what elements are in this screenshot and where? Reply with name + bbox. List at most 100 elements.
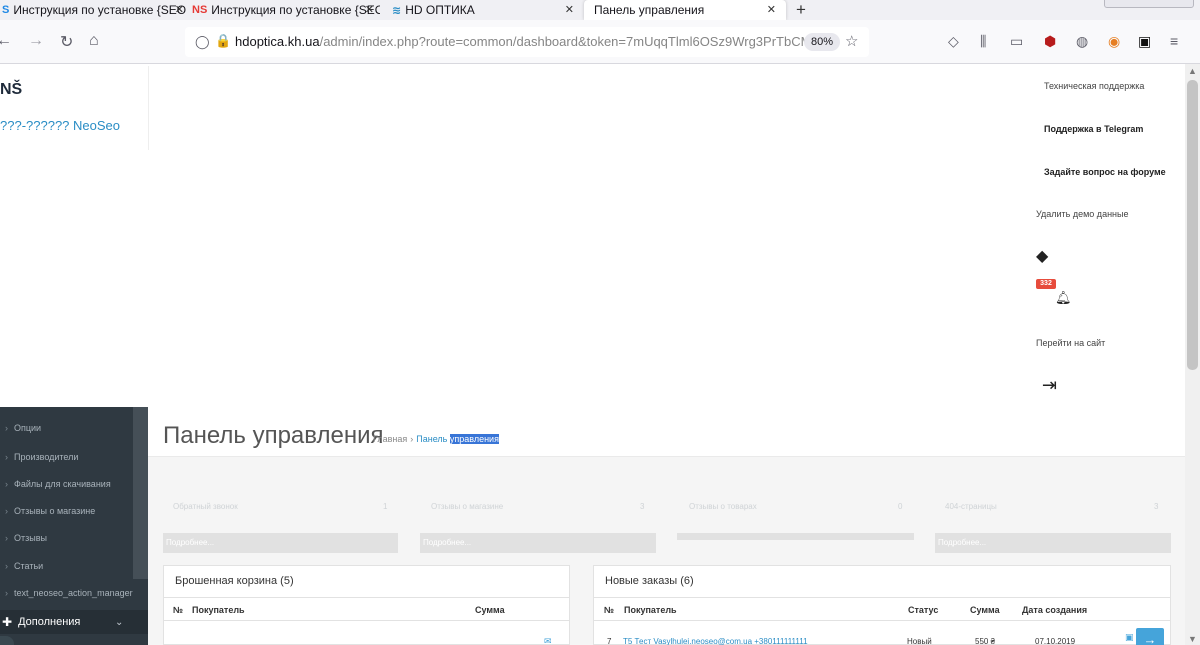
navigation-bar: ← → ↻ ⌂ ◯ 🔒 hdoptica.kh.ua/admin/index.p… — [0, 20, 1200, 64]
stat-store-reviews-title: Отзывы о магазине — [431, 502, 504, 511]
breadcrumb: Главная › Панель управления — [373, 434, 499, 444]
stat-callback-more-button[interactable]: Подробнее... — [163, 533, 398, 553]
table-header: № Покупатель Статус Сумма Дата создания — [594, 597, 1170, 621]
sidebar-item-articles[interactable]: › Статьи — [0, 553, 133, 579]
tab-strip: S Инструкция по установке {SEO ✕ NS Инст… — [0, 0, 1200, 20]
telegram-support-link[interactable]: Поддержка в Telegram — [1044, 124, 1143, 134]
lock-warning-icon[interactable]: 🔒 — [215, 33, 231, 49]
browser-tab-1[interactable]: S Инструкция по установке {SEO ✕ — [0, 0, 190, 20]
browser-tab-active[interactable]: Панель управления ✕ — [584, 0, 786, 20]
stat-404-more-button[interactable]: Подробнее... — [935, 533, 1171, 553]
breadcrumb-current[interactable]: Панель управления — [416, 434, 499, 444]
order-customer-link[interactable]: Т5 Тест Vasylhulei.neoseo@com.ua +380111… — [623, 637, 808, 645]
sidebar-item-extensions[interactable]: ✚ Дополнения ⌄ — [0, 610, 148, 634]
tech-support-link[interactable]: Техническая поддержка — [1044, 81, 1144, 91]
notification-badge: 332 — [1036, 279, 1056, 289]
tab-label: Панель управления — [594, 3, 705, 17]
logout-icon[interactable]: ⇥ — [1042, 375, 1057, 396]
forward-icon[interactable]: → — [28, 32, 44, 50]
sidebar-scrollbar[interactable] — [133, 407, 148, 579]
sidebar-item-reviews[interactable]: › Отзывы — [0, 525, 133, 551]
chevron-right-icon: › — [5, 533, 8, 543]
menu-icon[interactable]: ≡ — [1170, 33, 1178, 49]
column-status: Статус — [908, 605, 939, 615]
sidebar-item-label: Опции — [14, 423, 42, 433]
stat-store-reviews-more-button[interactable]: Подробнее... — [420, 533, 656, 553]
bell-icon[interactable]: 🔔︎ — [1055, 290, 1072, 306]
zoom-level-button[interactable]: 80% — [804, 33, 841, 51]
shield-icon[interactable]: ◯ — [195, 34, 210, 50]
page-title: Панель управления — [163, 422, 384, 449]
screenshot-icon[interactable]: ▣ — [1138, 33, 1151, 50]
column-date: Дата создания — [1022, 605, 1088, 615]
tab-label: HD ОПТИКА — [405, 3, 475, 17]
sidebar-icon[interactable]: ▭ — [1010, 33, 1023, 50]
chevron-right-icon: › — [5, 588, 8, 598]
window-control-button[interactable] — [1104, 0, 1194, 8]
tab-label: Инструкция по установке {SEO — [13, 3, 187, 17]
stat-callback-value: 1 — [383, 502, 388, 511]
extension-icon[interactable]: ◉ — [1108, 33, 1120, 50]
puzzle-icon: ✚ — [2, 615, 13, 629]
sidebar-item-label: text_neoseo_action_manager — [14, 588, 133, 598]
scrollbar-thumb[interactable] — [1187, 80, 1198, 370]
abandoned-cart-panel: Брошенная корзина (5) № Покупатель Сумма… — [163, 565, 570, 645]
sidebar-item-manufacturers[interactable]: › Производители — [0, 444, 133, 470]
browser-window: S Инструкция по установке {SEO ✕ NS Инст… — [0, 0, 1200, 645]
order-edit-icon[interactable]: ▣ — [1125, 632, 1134, 643]
chevron-right-icon: › — [5, 452, 8, 462]
order-status: Новый — [907, 637, 932, 645]
delete-demo-link[interactable]: Удалить демо данные — [1036, 209, 1128, 219]
table-header: № Покупатель Сумма — [164, 597, 569, 621]
sidebar-item-downloads[interactable]: › Файлы для скачивания — [0, 471, 133, 497]
bookmark-star-icon[interactable]: ☆ — [845, 32, 858, 50]
close-tab-icon[interactable]: ✕ — [175, 3, 184, 16]
go-to-site-link[interactable]: Перейти на сайт — [1036, 338, 1105, 348]
chevron-right-icon: › — [5, 479, 8, 489]
chevron-right-icon: › — [5, 506, 8, 516]
breadcrumb-home-link[interactable]: Главная — [373, 434, 407, 444]
column-customer: Покупатель — [192, 605, 245, 615]
email-icon[interactable]: ✉ — [544, 636, 552, 645]
back-icon[interactable]: ← — [0, 32, 12, 50]
close-tab-icon[interactable]: ✕ — [565, 3, 574, 16]
new-tab-button[interactable]: + — [796, 0, 806, 20]
column-number: № — [604, 605, 615, 615]
stat-product-reviews-title: Отзывы о товарах — [689, 502, 757, 511]
stat-product-reviews-more-button[interactable] — [677, 533, 914, 540]
neoseo-logo[interactable]: NŠ — [0, 81, 22, 99]
eraser-icon[interactable]: ◆ — [1036, 246, 1048, 266]
column-sum: Сумма — [475, 605, 505, 615]
new-orders-panel: Новые заказы (6) № Покупатель Статус Сум… — [593, 565, 1171, 645]
close-tab-icon[interactable]: ✕ — [365, 3, 374, 16]
chevron-right-icon: › — [5, 423, 8, 433]
sidebar-item-action-manager[interactable]: › text_neoseo_action_manager — [0, 580, 148, 606]
reload-icon[interactable]: ↻ — [60, 32, 73, 52]
forum-link[interactable]: Задайте вопрос на форуме — [1044, 167, 1166, 177]
url-text[interactable]: hdoptica.kh.ua/admin/index.php?route=com… — [235, 34, 811, 49]
scroll-down-icon[interactable]: ▼ — [1188, 634, 1197, 644]
panel-title: Новые заказы (6) — [605, 575, 694, 587]
sidebar-item-label: Статьи — [14, 561, 44, 571]
tab-favicon-icon: NS — [192, 4, 208, 16]
library-icon[interactable]: ⫼ — [980, 33, 986, 50]
sidebar-item-label: Производители — [14, 452, 79, 462]
chevron-right-icon: › — [5, 561, 8, 571]
pocket-icon[interactable]: ◇ — [948, 33, 959, 50]
tab-favicon-icon: ≋ — [392, 4, 402, 17]
ublock-icon[interactable]: ⬢ — [1044, 33, 1056, 50]
store-name-link[interactable]: ???-?????? NeoSeo — [0, 118, 120, 133]
open-order-button[interactable]: → — [1136, 628, 1164, 645]
sidebar-item-store-reviews[interactable]: › Отзывы о магазине — [0, 498, 133, 524]
column-sum: Сумма — [970, 605, 1000, 615]
globe-icon[interactable]: ◍ — [1076, 33, 1088, 50]
browser-tab-2[interactable]: NS Инструкция по установке {SEO ✕ — [190, 0, 380, 20]
address-bar[interactable]: ◯ 🔒 hdoptica.kh.ua/admin/index.php?route… — [185, 27, 869, 57]
sidebar-item-label: Дополнения — [18, 616, 81, 628]
close-tab-icon[interactable]: ✕ — [767, 3, 776, 16]
scroll-up-icon[interactable]: ▲ — [1188, 66, 1197, 76]
home-icon[interactable]: ⌂ — [89, 32, 99, 50]
sidebar-item-options[interactable]: › Опции — [0, 415, 133, 441]
stat-product-reviews-value: 0 — [898, 502, 903, 511]
browser-tab-3[interactable]: ≋ HD ОПТИКА ✕ — [380, 0, 580, 20]
